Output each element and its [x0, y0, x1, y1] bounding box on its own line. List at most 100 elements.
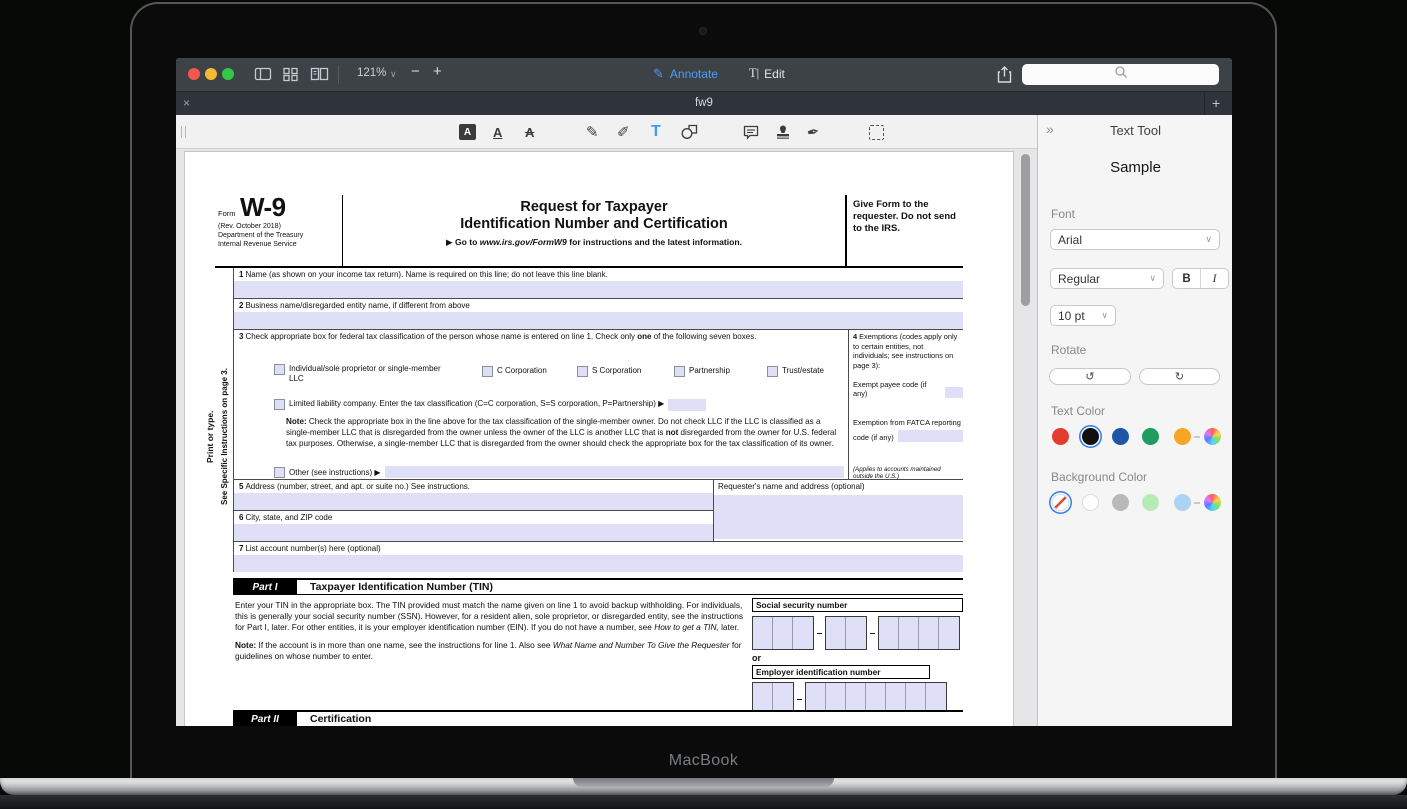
- text-color-section-label: Text Color: [1051, 404, 1105, 418]
- new-tab-button[interactable]: +: [1212, 95, 1220, 111]
- checkbox-s-corporation[interactable]: S Corporation: [577, 366, 641, 377]
- ssn-boxes[interactable]: – –: [752, 616, 963, 650]
- checkbox-box[interactable]: [482, 366, 493, 377]
- toolbar-divider: [338, 65, 339, 84]
- checkbox-c-corporation[interactable]: C Corporation: [482, 366, 547, 377]
- tab-edit[interactable]: T| Edit: [749, 66, 785, 81]
- llc-classification-field[interactable]: [668, 399, 706, 411]
- requester-field[interactable]: [714, 495, 963, 539]
- italic-button[interactable]: I: [1201, 269, 1228, 288]
- background-color-wheel[interactable]: [1204, 494, 1221, 511]
- vertical-scrollbar[interactable]: [1021, 154, 1030, 306]
- text-color-blue[interactable]: [1112, 428, 1129, 445]
- bold-button[interactable]: B: [1173, 269, 1201, 288]
- ssn-label: Social security number: [752, 598, 963, 612]
- zoom-window-button[interactable]: [222, 68, 234, 80]
- zoom-chevron-icon: ∨: [390, 69, 397, 80]
- checkbox-box[interactable]: [274, 399, 285, 410]
- edit-text-icon: T|: [749, 66, 759, 81]
- city-state-zip-field[interactable]: [234, 524, 713, 541]
- checkbox-box[interactable]: [577, 366, 588, 377]
- form-url: www.irs.gov/FormW9: [480, 237, 567, 247]
- minimize-window-button[interactable]: [205, 68, 217, 80]
- checkbox-trust-estate[interactable]: Trust/estate: [767, 366, 824, 377]
- rotate-ccw-button[interactable]: ↺: [1049, 368, 1131, 385]
- comment-tool-icon[interactable]: [742, 123, 760, 141]
- text-color-black-selected[interactable]: [1082, 428, 1099, 445]
- checkbox-other[interactable]: Other (see instructions) ▶: [274, 466, 844, 478]
- annotation-toolbar: A A A ✎ ✐ T: [176, 115, 1037, 149]
- marker-tool-icon[interactable]: ✐: [617, 123, 630, 141]
- rotate-cw-button[interactable]: ↻: [1139, 368, 1220, 385]
- close-window-button[interactable]: [188, 68, 200, 80]
- font-family-select[interactable]: Arial ∨: [1050, 229, 1220, 250]
- checkbox-box[interactable]: [274, 364, 285, 375]
- form-body: 1Name (as shown on your income tax retur…: [233, 268, 963, 572]
- underline-text-icon[interactable]: A: [493, 123, 502, 141]
- thumbnail-view-icon[interactable]: [282, 66, 299, 87]
- bold-italic-group: B I: [1172, 268, 1229, 289]
- background-color-none-selected[interactable]: [1052, 494, 1069, 511]
- titlebar: 121% ∨ − + ✎ Annotate T| Edit: [176, 58, 1232, 91]
- checkbox-llc[interactable]: Limited liability company. Enter the tax…: [274, 399, 844, 411]
- search-input[interactable]: [1022, 64, 1219, 85]
- pdf-page[interactable]: Print or type. See Specific Instructions…: [185, 152, 1013, 726]
- checkbox-partnership[interactable]: Partnership: [674, 366, 730, 377]
- other-field[interactable]: [385, 466, 844, 478]
- exemptions-section: 4Exemptions (codes apply only to certain…: [848, 330, 963, 479]
- zoom-out-button[interactable]: −: [411, 63, 420, 80]
- macbook-label: MacBook: [130, 752, 1277, 770]
- background-color-white[interactable]: [1082, 494, 1099, 511]
- sidebar-title: Text Tool: [1038, 123, 1232, 138]
- form-row-3-4: 3Check appropriate box for federal tax c…: [234, 330, 963, 480]
- tab-title[interactable]: fw9: [176, 97, 1232, 109]
- two-page-view-icon[interactable]: [310, 66, 329, 87]
- edit-label: Edit: [764, 67, 785, 81]
- text-color-red[interactable]: [1052, 428, 1069, 445]
- checkbox-box[interactable]: [767, 366, 778, 377]
- fatca-code-field[interactable]: [898, 430, 963, 442]
- account-numbers-field[interactable]: [234, 555, 963, 572]
- text-tool-icon[interactable]: T: [651, 123, 661, 141]
- part1-header: Part I Taxpayer Identification Number (T…: [233, 578, 963, 595]
- annotate-pen-icon: ✎: [653, 66, 664, 82]
- text-color-wheel[interactable]: [1204, 428, 1221, 445]
- text-color-green[interactable]: [1142, 428, 1159, 445]
- name-field[interactable]: [234, 281, 963, 298]
- sidebar-view-icon[interactable]: [254, 66, 272, 87]
- form-row-5-6: 5Address (number, street, and apt. or su…: [234, 480, 963, 542]
- select-tool-icon[interactable]: [869, 123, 884, 141]
- shapes-tool-icon[interactable]: [680, 123, 699, 141]
- font-size-select[interactable]: 10 pt ∨: [1050, 305, 1116, 326]
- business-name-field[interactable]: [234, 312, 963, 329]
- zoom-level[interactable]: 121%: [357, 67, 386, 79]
- strikethrough-text-icon[interactable]: A: [525, 123, 534, 141]
- checkbox-individual[interactable]: Individual/sole proprietor or single-mem…: [274, 364, 444, 383]
- toolbar-drag-handle[interactable]: [181, 126, 186, 138]
- form-row-1: 1Name (as shown on your income tax retur…: [234, 268, 963, 299]
- zoom-in-button[interactable]: +: [433, 63, 442, 80]
- font-style-select[interactable]: Regular ∨: [1050, 268, 1164, 289]
- tab-annotate[interactable]: ✎ Annotate: [653, 66, 718, 82]
- exempt-payee-field[interactable]: [945, 387, 963, 398]
- text-color-orange[interactable]: [1174, 428, 1191, 445]
- highlight-text-icon[interactable]: A: [459, 123, 476, 141]
- llc-note: Note: Check the appropriate box in the l…: [286, 417, 844, 449]
- share-button[interactable]: [996, 65, 1013, 89]
- tabbar-divider: [1204, 92, 1205, 116]
- checkbox-box[interactable]: [274, 467, 285, 478]
- signature-tool-icon[interactable]: ✒: [805, 122, 821, 142]
- macbook-camera: [699, 27, 707, 35]
- pencil-tool-icon[interactable]: ✎: [586, 123, 599, 141]
- background-color-light-blue[interactable]: [1174, 494, 1191, 511]
- part2-header: Part II Certification: [233, 710, 963, 726]
- address-field[interactable]: [234, 493, 713, 510]
- stamp-tool-icon[interactable]: [774, 123, 792, 141]
- print-or-type-note: Print or type.: [205, 328, 215, 546]
- checkbox-box[interactable]: [674, 366, 685, 377]
- font-section-label: Font: [1051, 207, 1075, 221]
- background-color-light-green[interactable]: [1142, 494, 1159, 511]
- chevron-down-icon: ∨: [1101, 310, 1108, 321]
- form-header: Form W-9 (Rev. October 2018) Department …: [215, 195, 963, 268]
- background-color-gray[interactable]: [1112, 494, 1129, 511]
